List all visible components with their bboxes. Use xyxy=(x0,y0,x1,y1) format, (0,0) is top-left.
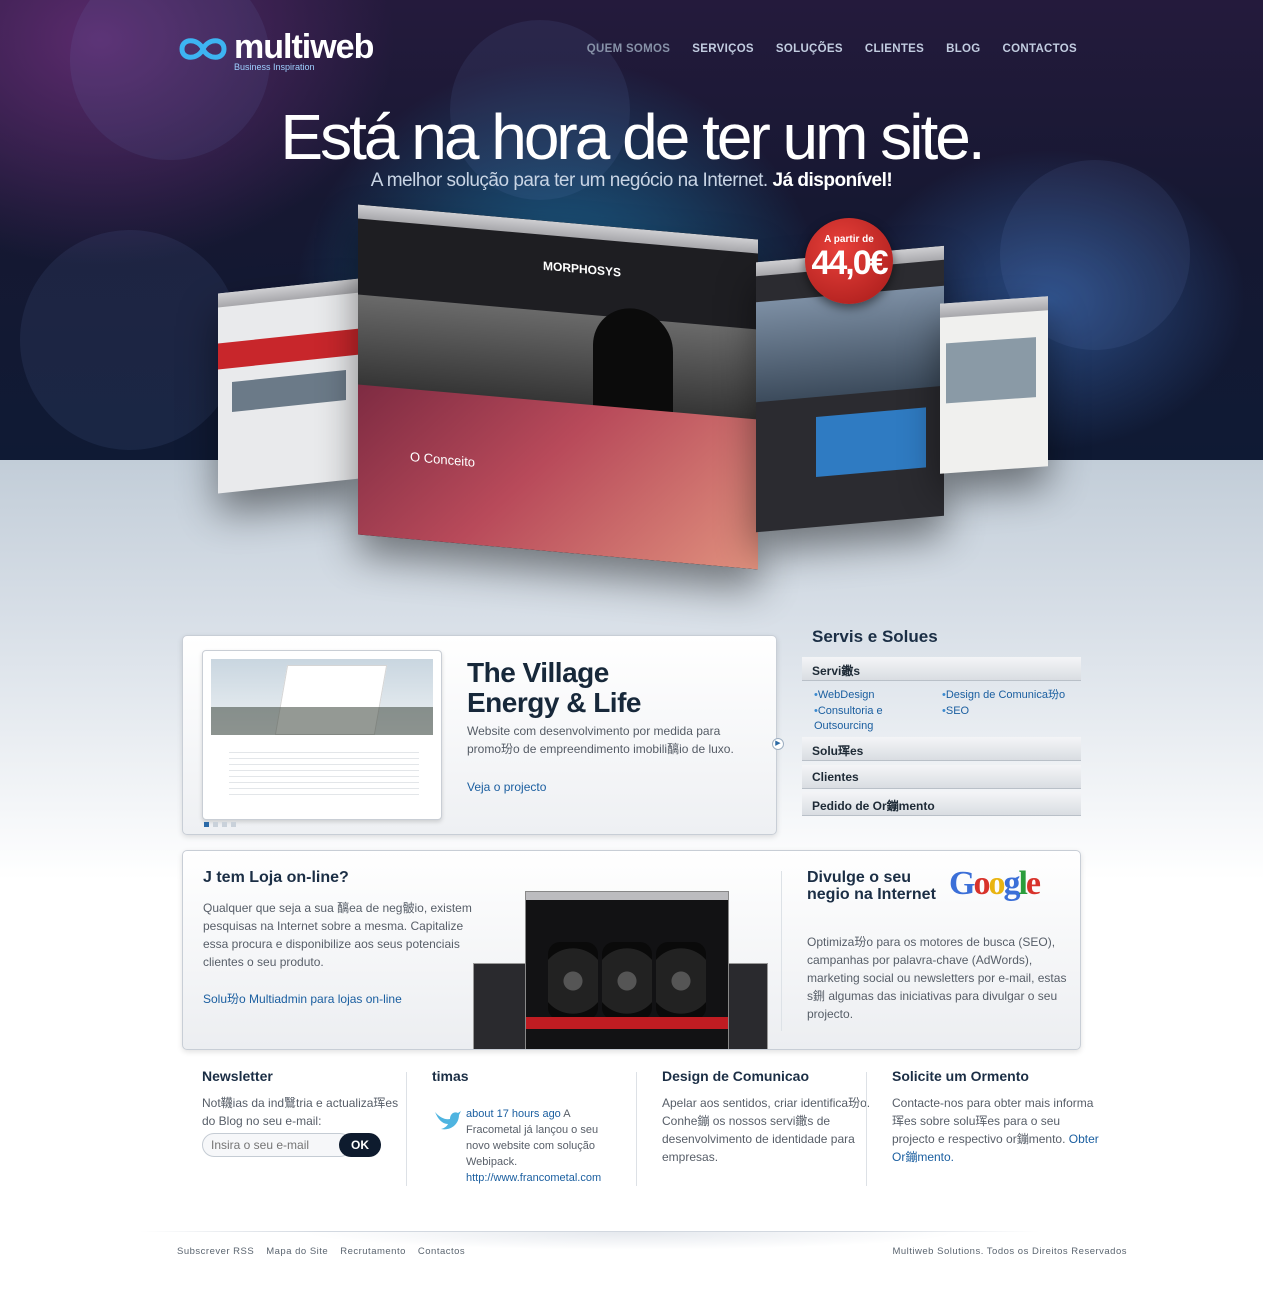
column-divider xyxy=(406,1072,407,1186)
footer-link-recrutamento[interactable]: Recrutamento xyxy=(340,1246,406,1257)
newsletter-form: OK xyxy=(202,1133,381,1157)
google-promo-title: Divulge o seu negio na Internet xyxy=(807,869,936,903)
panel-divider xyxy=(781,871,782,1031)
slide-dot[interactable] xyxy=(231,822,236,827)
featured-title-line2: Energy & Life xyxy=(467,687,641,718)
online-shop-title: J tem Loja on-line? xyxy=(203,869,349,886)
hero-subline-text: A melhor solução para ter um negócio na … xyxy=(370,170,768,191)
footer-link-sitemap[interactable]: Mapa do Site xyxy=(266,1246,328,1257)
mockup-red-band xyxy=(218,328,360,370)
tweets-column: timas xyxy=(432,1068,642,1094)
tweet: about 17 hours ago A Fracometal já lanço… xyxy=(466,1106,616,1186)
accordion-label: Pedido de Or鏰mento xyxy=(812,799,935,813)
google-promo-text: Optimiza玢o para os motores de busca (SEO… xyxy=(807,935,1067,1021)
mockup-image xyxy=(232,370,346,412)
slide-dot[interactable] xyxy=(204,822,209,827)
service-link-consultoria[interactable]: Consultoria e Outsourcing xyxy=(814,704,914,734)
slide-pagination xyxy=(204,822,236,827)
online-shop-panel: J tem Loja on-line? Qualquer que seja a … xyxy=(182,850,1081,1050)
view-project-link[interactable]: Veja o projecto xyxy=(467,780,546,794)
price-badge: A partir de 44,0€ xyxy=(805,218,893,304)
hero-subline: A melhor solução para ter um negócio na … xyxy=(0,170,1263,192)
service-link-design-comunicacao[interactable]: Design de Comunica玢o xyxy=(942,688,1065,703)
tire-image xyxy=(656,942,706,1020)
mockup-screen-left xyxy=(218,278,360,494)
google-logo: Google xyxy=(949,865,1041,902)
logo-tagline: Business Inspiration xyxy=(234,62,315,72)
quote-text-block: Contacte-nos para obter mais informa珲es … xyxy=(892,1094,1102,1166)
nav-item-quem-somos[interactable]: QUEM SOMOS xyxy=(587,43,671,55)
footer-links: Subscrever RSS Mapa do Site Recrutamento… xyxy=(177,1246,465,1257)
accordion-pedido-orcamento[interactable]: Pedido de Or鏰mento xyxy=(802,792,1081,816)
slide-dot[interactable] xyxy=(222,822,227,827)
footer-link-contactos[interactable]: Contactos xyxy=(418,1246,465,1257)
online-shop-link[interactable]: Solu玢o Multiadmin para lojas on-line xyxy=(203,990,402,1007)
slide-dot[interactable] xyxy=(213,822,218,827)
next-slide-arrow-icon[interactable]: ▶ xyxy=(772,738,784,750)
column-divider xyxy=(636,1072,637,1186)
accordion-servicos-body: WebDesign Design de Comunica玢o Consultor… xyxy=(802,684,1081,736)
footer-link-rss[interactable]: Subscrever RSS xyxy=(177,1246,254,1257)
browser-bar xyxy=(526,892,728,900)
design-title: Design de Comunicao xyxy=(662,1068,810,1084)
online-shop-text: Qualquer que seja a sua 醨ea de neg骳io, e… xyxy=(203,901,472,969)
nav-item-blog[interactable]: BLOG xyxy=(946,43,980,55)
featured-title-line1: The Village xyxy=(467,657,609,688)
bokeh-light xyxy=(20,230,240,450)
newsletter-column: Newsletter Not韈ias da ind鷖tria e actuali… xyxy=(202,1068,412,1130)
newsletter-ok-button[interactable]: OK xyxy=(339,1133,381,1157)
logo[interactable]: multiweb Business Inspiration xyxy=(176,28,386,76)
featured-project-panel: The Village Energy & Life Website com de… xyxy=(182,635,784,835)
tire-image xyxy=(548,942,598,1020)
hero-headline: Está na hora de ter um site. xyxy=(280,101,985,173)
design-column: Design de Comunicao Apelar aos sentidos,… xyxy=(662,1068,872,1166)
featured-project-title: The Village Energy & Life xyxy=(467,658,767,718)
mockup-logo: MORPHOSYS xyxy=(543,258,622,280)
tweet-time-link[interactable]: about 17 hours ago xyxy=(466,1108,561,1120)
service-link-webdesign[interactable]: WebDesign xyxy=(814,688,875,703)
quote-text: Contacte-nos para obter mais informa珲es … xyxy=(892,1096,1094,1146)
services-title: Servis e Solues xyxy=(812,627,938,646)
nav-item-contactos[interactable]: CONTACTOS xyxy=(1003,43,1077,55)
accordion-label: Servi鏾s xyxy=(812,664,861,678)
service-link-seo[interactable]: SEO xyxy=(942,704,969,719)
newsletter-text: Not韈ias da ind鷖tria e actualiza珲es do Bl… xyxy=(202,1096,399,1128)
twitter-bird-icon xyxy=(435,1111,461,1130)
quote-title: Solicite um Ormento xyxy=(892,1068,1029,1084)
nav-item-solucoes[interactable]: SOLUÇÕES xyxy=(776,43,843,55)
shop-mockup-screen xyxy=(525,891,729,1049)
shop-mockup-back-right xyxy=(728,963,768,1049)
mockup-monument-image xyxy=(946,337,1036,404)
accordion-clientes[interactable]: Clientes xyxy=(802,765,1081,789)
accordion-servicos[interactable]: Servi鏾s xyxy=(802,657,1081,681)
price-badge-value: 44,0€ xyxy=(811,244,888,282)
tweets-title: timas xyxy=(432,1068,469,1084)
shop-mockup-back-left xyxy=(473,963,533,1049)
column-divider xyxy=(866,1072,867,1186)
thumbnail-band xyxy=(211,707,433,735)
shop-red-band xyxy=(526,1017,728,1029)
mockup-screen-main: MORPHOSYS O Conceito xyxy=(358,204,758,570)
newsletter-email-input[interactable] xyxy=(202,1133,352,1157)
featured-project-description: Website com desenvolvimento por medida p… xyxy=(467,724,734,756)
footer-copyright: Multiweb Solutions. Todos os Direitos Re… xyxy=(892,1246,1127,1257)
quote-column: Solicite um Ormento Contacte-nos para ob… xyxy=(892,1068,1102,1166)
mockup-screen-far-right xyxy=(940,296,1048,474)
thumbnail-text-lines xyxy=(229,747,419,797)
logo-infinity-icon xyxy=(179,38,227,60)
tweet-url-link[interactable]: http://www.francometal.com xyxy=(466,1172,601,1184)
accordion-label: Solu珲es xyxy=(812,744,864,758)
tire-image xyxy=(602,942,652,1020)
nav-item-clientes[interactable]: CLIENTES xyxy=(865,43,924,55)
hero-subline-bold: Já disponível! xyxy=(772,170,893,191)
accordion-solucoes[interactable]: Solu珲es xyxy=(802,737,1081,761)
accordion-label: Clientes xyxy=(812,770,859,784)
design-text: Apelar aos sentidos, criar identifica玢o.… xyxy=(662,1096,871,1164)
mockup-blue-panel xyxy=(816,407,926,477)
featured-project-thumbnail[interactable] xyxy=(202,650,442,820)
newsletter-title: Newsletter xyxy=(202,1068,273,1084)
nav-item-servicos[interactable]: SERVIÇOS xyxy=(692,43,754,55)
main-nav: QUEM SOMOS SERVIÇOS SOLUÇÕES CLIENTES BL… xyxy=(587,43,1077,55)
